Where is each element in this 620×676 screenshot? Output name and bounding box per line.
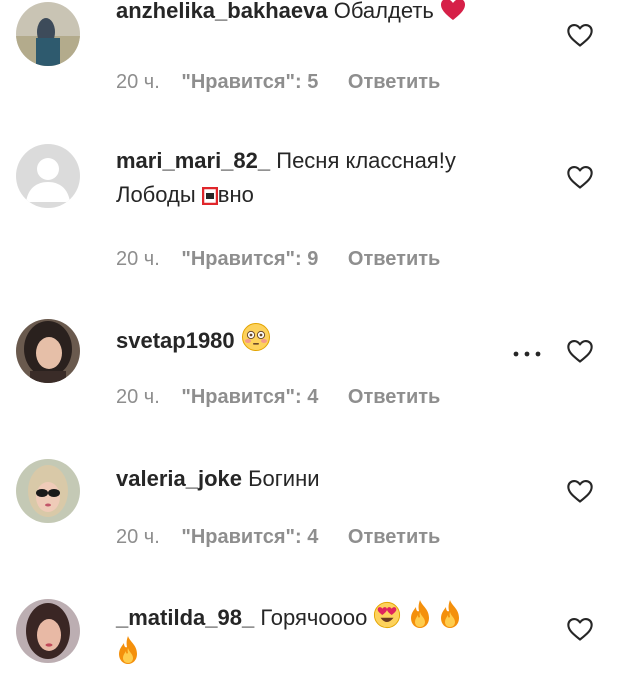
like-heart-icon[interactable] xyxy=(566,616,598,648)
flushed-face-emoji-icon xyxy=(241,323,270,351)
comment-item: svetap1980 20 ч. "Нравится": 4 Ответить xyxy=(0,318,620,428)
timestamp: 20 ч. xyxy=(116,526,160,548)
username[interactable]: valeria_joke xyxy=(116,466,242,491)
likes-count[interactable]: "Нравится": 5 xyxy=(181,71,318,94)
comment-body: Богини xyxy=(248,466,320,491)
like-heart-icon[interactable] xyxy=(566,164,598,196)
avatar[interactable] xyxy=(16,144,80,208)
comment-text: _matilda_98_ Горячоооо xyxy=(116,599,550,671)
comment-item: mari_mari_82_ Песня классная!у Лободы вн… xyxy=(0,140,620,290)
comment-text: anzhelika_bakhaeva Обалдеть xyxy=(116,0,550,28)
like-heart-icon[interactable] xyxy=(566,22,598,54)
fire-emoji-icon xyxy=(410,600,429,628)
fire-emoji-icon xyxy=(440,600,459,628)
avatar[interactable] xyxy=(16,319,80,383)
timestamp: 20 ч. xyxy=(116,248,160,270)
comment-item: anzhelika_bakhaeva Обалдеть 20 ч. "Нрави… xyxy=(0,0,620,110)
comment-body-line2: Лободы xyxy=(116,182,202,207)
avatar[interactable] xyxy=(16,2,80,66)
comment-text: svetap1980 xyxy=(116,322,550,358)
like-heart-icon[interactable] xyxy=(566,338,598,370)
comment-body: Обалдеть xyxy=(333,0,434,23)
username[interactable]: _matilda_98_ xyxy=(116,605,254,630)
reply-button[interactable]: Ответить xyxy=(348,71,440,94)
comment-body: Горячоооо xyxy=(260,605,368,630)
comment-text: mari_mari_82_ Песня классная!у Лободы вн… xyxy=(116,144,550,212)
comment-item: _matilda_98_ Горячоооо xyxy=(0,596,620,676)
reply-button[interactable]: Ответить xyxy=(348,526,440,549)
heart-eyes-emoji-icon xyxy=(374,601,401,629)
comment-meta: 20 ч. "Нравится": 5 Ответить xyxy=(116,71,440,94)
likes-count[interactable]: "Нравится": 4 xyxy=(181,386,318,409)
username[interactable]: mari_mari_82_ xyxy=(116,148,270,173)
comment-body-line2-end: вно xyxy=(217,182,254,207)
username[interactable]: svetap1980 xyxy=(116,328,235,353)
like-heart-icon[interactable] xyxy=(566,478,598,510)
reply-button[interactable]: Ответить xyxy=(348,386,440,409)
comment-meta: 20 ч. "Нравится": 4 Ответить xyxy=(116,526,440,549)
reply-button[interactable]: Ответить xyxy=(348,248,440,271)
username[interactable]: anzhelika_bakhaeva xyxy=(116,0,328,23)
comment-item: valeria_joke Богини 20 ч. "Нравится": 4 … xyxy=(0,458,620,568)
comment-meta: 20 ч. "Нравится": 9 Ответить xyxy=(116,248,440,271)
comment-meta: 20 ч. "Нравится": 4 Ответить xyxy=(116,386,440,409)
more-options-icon[interactable] xyxy=(510,346,546,362)
highlight-box-icon xyxy=(201,187,218,205)
avatar[interactable] xyxy=(16,599,80,663)
timestamp: 20 ч. xyxy=(116,71,160,93)
likes-count[interactable]: "Нравится": 4 xyxy=(181,526,318,549)
comment-body: Песня классная!у xyxy=(276,148,456,173)
avatar[interactable] xyxy=(16,459,80,523)
fire-emoji-icon xyxy=(119,636,137,664)
timestamp: 20 ч. xyxy=(116,386,160,408)
likes-count[interactable]: "Нравится": 9 xyxy=(181,248,318,271)
comment-text: valeria_joke Богини xyxy=(116,462,550,496)
broken-heart-emoji-icon xyxy=(441,0,465,20)
